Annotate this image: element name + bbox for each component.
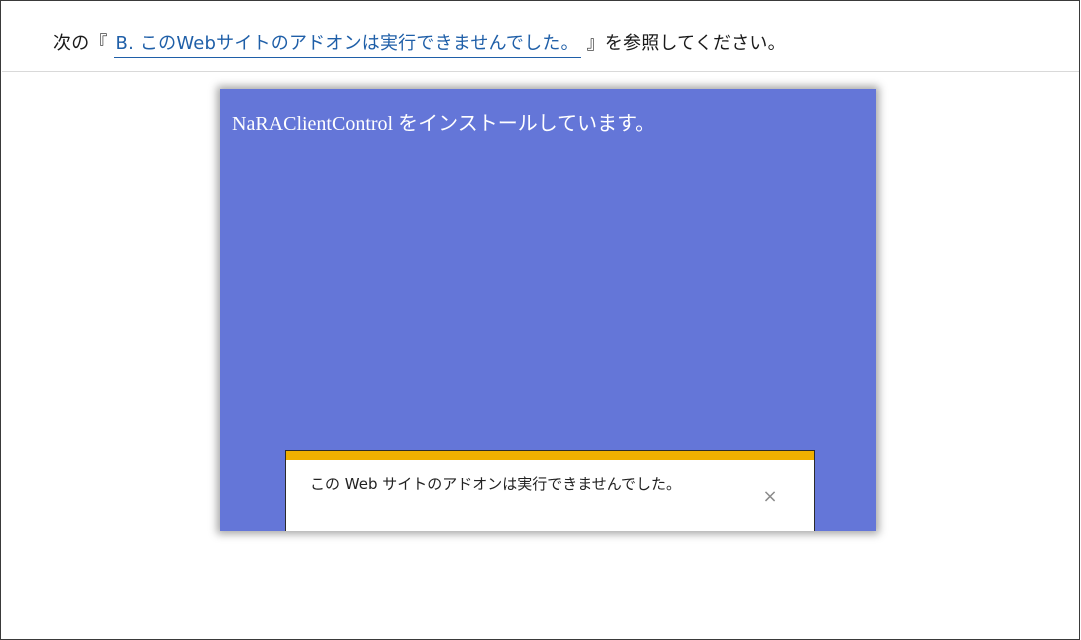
content-frame: 次の『 B. このWebサイトのアドオンは実行できませんでした。 』を参照してく… <box>0 0 1080 640</box>
reference-link[interactable]: B. このWebサイトのアドオンは実行できませんでした。 <box>113 33 581 58</box>
browser-screenshot: NaRAClientControl をインストールしています。 この Web サ… <box>220 89 876 531</box>
instruction-line: 次の『 B. このWebサイトのアドオンは実行できませんでした。 』を参照してく… <box>53 29 786 58</box>
close-icon[interactable]: × <box>760 487 780 507</box>
notification-message: この Web サイトのアドオンは実行できませんでした。 <box>310 475 682 493</box>
install-message: NaRAClientControl をインストールしています。 <box>232 113 656 135</box>
addon-notification-bar: この Web サイトのアドオンは実行できませんでした。 × <box>285 450 815 531</box>
notification-accent-bar <box>286 451 814 460</box>
divider <box>2 71 1079 72</box>
instruction-suffix: 』を参照してください。 <box>586 33 786 54</box>
instruction-prefix: 次の『 <box>53 33 108 54</box>
